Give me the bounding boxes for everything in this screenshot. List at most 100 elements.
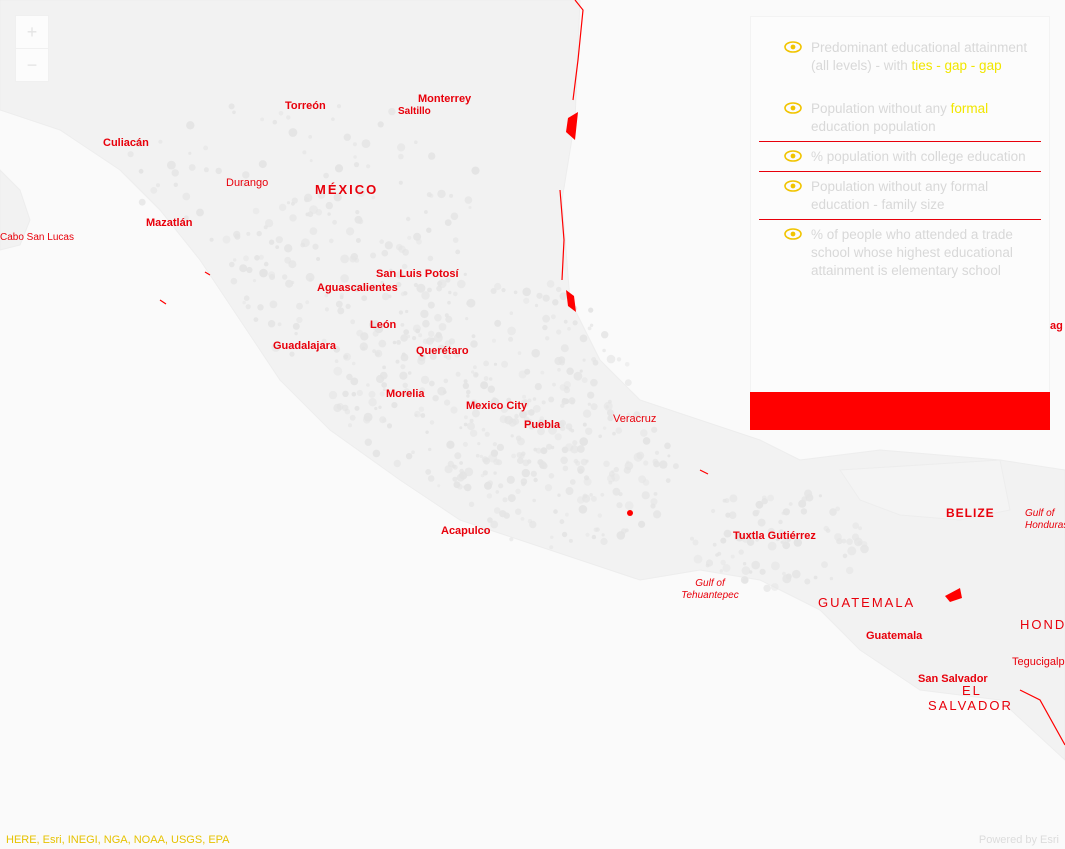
density-dot <box>300 242 306 248</box>
visibility-eye-icon[interactable] <box>784 228 802 240</box>
density-dot <box>416 238 422 245</box>
density-dot <box>286 115 291 120</box>
density-dot <box>798 499 807 508</box>
density-dot <box>550 535 554 539</box>
density-dot <box>416 283 426 293</box>
density-dot <box>444 313 449 318</box>
layer-divider <box>759 171 1041 172</box>
density-dot <box>203 145 209 151</box>
density-dot <box>597 513 602 518</box>
layer-item-no-formal-education[interactable]: Population without any formal education … <box>751 100 1049 136</box>
density-dot <box>522 394 527 399</box>
powered-by-esri[interactable]: Powered by Esri <box>979 831 1059 849</box>
density-dot <box>473 365 477 370</box>
layer-item-family-size[interactable]: Population without any formal education … <box>751 178 1049 214</box>
density-dot <box>564 386 569 390</box>
density-dot <box>472 371 479 378</box>
density-dot <box>203 167 209 173</box>
density-dot <box>722 564 731 573</box>
density-dot <box>344 408 351 415</box>
density-dot <box>583 477 592 486</box>
density-dot <box>355 210 360 215</box>
zoom-in-button[interactable]: + <box>16 16 48 48</box>
density-dot <box>434 313 442 322</box>
density-dot <box>400 334 408 342</box>
density-dot <box>563 319 568 324</box>
visibility-eye-icon[interactable] <box>784 150 802 162</box>
visibility-eye-icon[interactable] <box>784 102 802 114</box>
density-dot <box>561 446 569 454</box>
label-el: EL <box>962 683 982 698</box>
density-dot <box>557 368 561 372</box>
density-dot <box>592 359 599 366</box>
density-dot <box>222 235 231 244</box>
density-dot <box>659 460 668 469</box>
density-dot <box>579 437 588 446</box>
density-dot <box>654 450 660 455</box>
density-dot <box>382 365 386 370</box>
density-dot <box>444 465 453 474</box>
layer-item-predominant-attainment[interactable]: Predominant educational attainment (all … <box>751 39 1049 75</box>
density-dot <box>333 366 343 376</box>
attribution-sources[interactable]: HERE, Esri, INEGI, NGA, NOAA, USGS, EPA <box>6 831 230 849</box>
density-dot <box>573 458 579 464</box>
label-gulf-of-honduras: Gulf of Honduras <box>1025 508 1065 531</box>
density-dot <box>804 489 813 498</box>
density-dot <box>393 459 401 468</box>
density-dot <box>667 454 671 458</box>
density-dot <box>852 522 859 529</box>
density-dot <box>692 539 699 546</box>
density-dot <box>446 440 455 449</box>
layer-divider <box>759 219 1041 220</box>
density-dot <box>514 413 519 419</box>
density-dot <box>623 466 631 474</box>
density-dot <box>542 294 550 302</box>
density-dot <box>602 348 606 353</box>
density-dot <box>846 538 853 545</box>
density-dot <box>624 528 629 533</box>
zoom-out-button[interactable]: − <box>16 48 48 81</box>
density-dot <box>232 110 236 115</box>
density-dot <box>792 569 801 579</box>
density-dot <box>384 241 393 250</box>
density-dot <box>552 382 556 387</box>
layer-item-trade-school[interactable]: % of people who attended a trade school … <box>751 226 1049 280</box>
layer-title: % population with college education <box>811 149 1026 164</box>
density-dot <box>767 541 777 551</box>
label-durango: Durango <box>226 177 269 189</box>
label-mazatlan: Mazatlán <box>146 217 193 229</box>
density-dot <box>588 307 594 313</box>
density-dot <box>296 316 303 324</box>
density-dot <box>342 390 349 397</box>
density-dot <box>309 159 313 163</box>
layer-title: Predominant educational attainment (all … <box>811 40 1028 73</box>
layer-item-college-education[interactable]: % population with college education <box>751 148 1049 166</box>
density-dot <box>138 198 146 206</box>
density-dot <box>652 458 659 465</box>
density-dot <box>386 423 393 429</box>
visibility-eye-icon[interactable] <box>784 41 802 53</box>
density-dot <box>171 169 179 177</box>
density-dot <box>672 463 679 470</box>
density-dot <box>638 520 646 528</box>
density-dot <box>284 244 293 253</box>
density-dot <box>327 212 331 216</box>
density-dot <box>523 297 530 304</box>
density-dot <box>459 468 464 474</box>
density-dot <box>517 437 525 446</box>
density-dot <box>509 311 514 316</box>
density-dot <box>616 502 623 509</box>
density-dot <box>565 512 569 517</box>
density-dot <box>186 121 195 130</box>
density-dot <box>553 509 558 514</box>
density-dot <box>565 487 574 495</box>
visibility-eye-icon[interactable] <box>784 180 802 192</box>
map-view[interactable]: Torreón Monterrey Saltillo Culiacán Dura… <box>0 0 1065 849</box>
density-dot <box>559 292 568 301</box>
density-dot <box>590 403 598 411</box>
density-dot <box>292 322 300 330</box>
density-dot <box>378 405 382 409</box>
density-dot <box>355 238 361 243</box>
density-dot <box>532 397 537 401</box>
density-dot <box>829 508 837 516</box>
